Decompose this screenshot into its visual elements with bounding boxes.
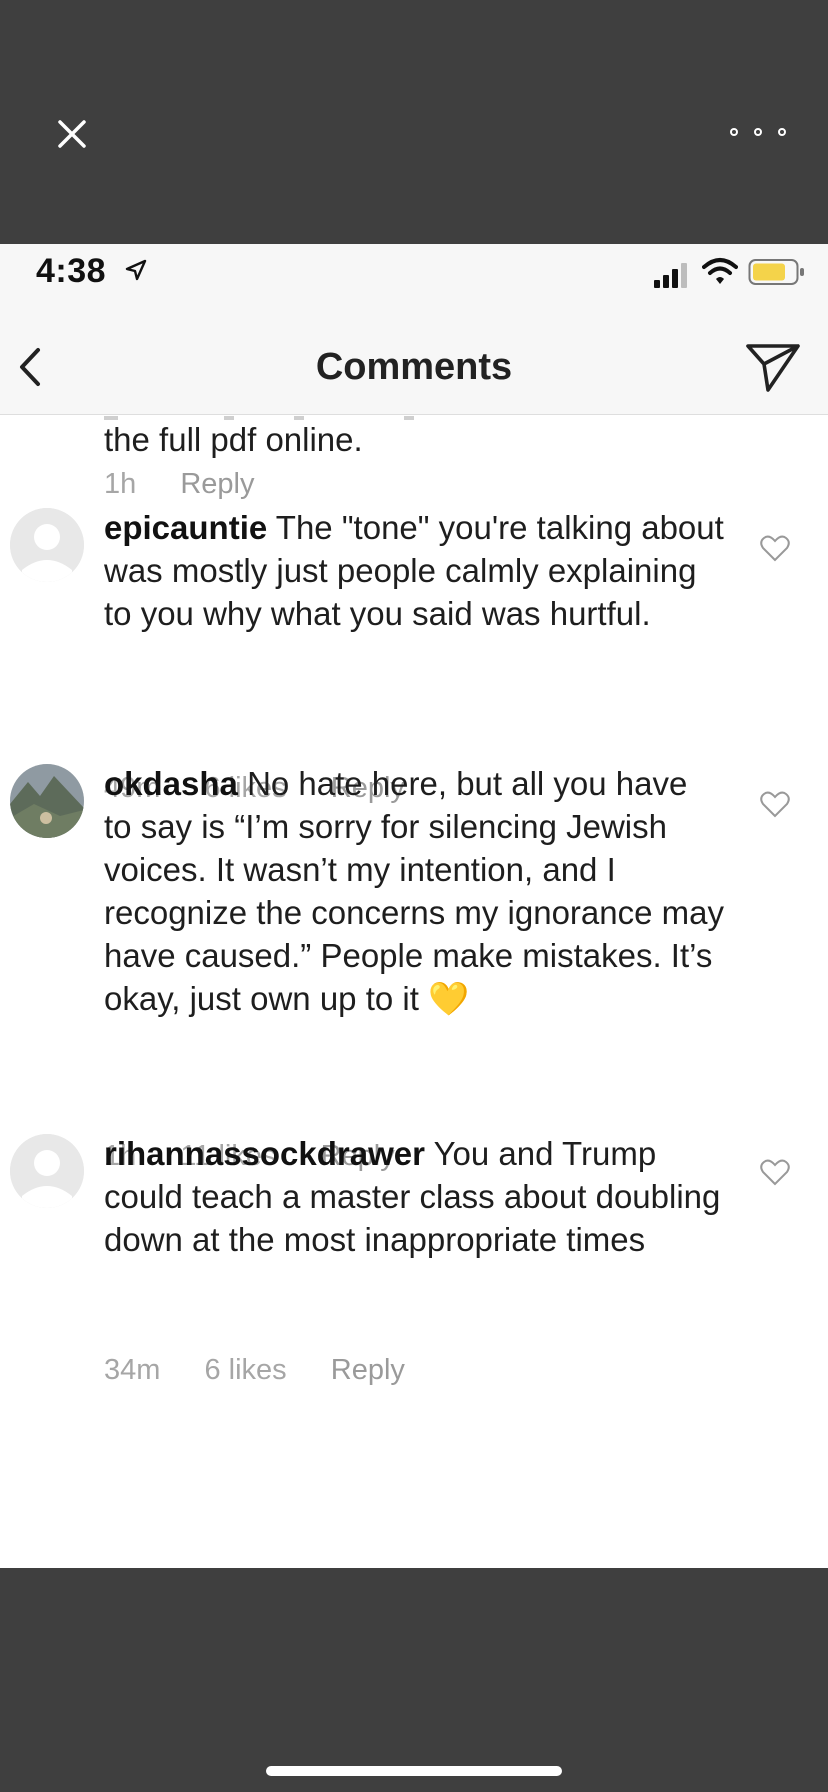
more-options-icon: [778, 128, 786, 136]
comment-body: the full pdf online.: [104, 421, 363, 458]
comment-time: 1h: [104, 468, 137, 500]
comments-header: Comments: [0, 322, 828, 415]
comment-username[interactable]: epicauntie: [104, 509, 267, 546]
comment-text: rihannassockdrawer You and Trump could t…: [104, 1132, 724, 1261]
comment-time: 34m: [104, 1354, 161, 1386]
cellular-signal-icon: [654, 263, 687, 288]
home-indicator[interactable]: [266, 1766, 562, 1776]
more-options-button[interactable]: [730, 114, 786, 150]
wifi-icon: [702, 258, 738, 284]
comment-username[interactable]: okdasha: [104, 765, 238, 802]
profile-photo-icon: [10, 764, 84, 838]
avatar[interactable]: [10, 1134, 84, 1208]
screenshot-image: 4:38 Comments the full pdf online. 1h Re…: [0, 244, 828, 1568]
battery-icon: [748, 259, 804, 285]
comment-meta: 1h Reply: [104, 468, 290, 501]
page-title: Comments: [315, 346, 513, 388]
status-bar: 4:38: [0, 244, 828, 322]
viewer-top-bar: [0, 0, 828, 244]
comment-text: the full pdf online.: [104, 418, 724, 461]
comment-body: No hate here, but all you have to say is…: [104, 765, 724, 1017]
status-time: 4:38: [36, 252, 107, 290]
comment-text: okdasha No hate here, but all you have t…: [104, 762, 724, 1020]
location-arrow-icon: [125, 259, 147, 281]
like-heart-icon[interactable]: [760, 534, 790, 562]
default-avatar-icon: [10, 508, 84, 582]
comment-likes[interactable]: 6 likes: [204, 1354, 286, 1386]
avatar[interactable]: [10, 508, 84, 582]
close-button[interactable]: [50, 112, 94, 156]
avatar[interactable]: [10, 764, 84, 838]
yellow-heart-emoji: 💛: [428, 980, 470, 1017]
close-icon: [58, 120, 86, 148]
comment-text: epicauntie The "tone" you're talking abo…: [104, 506, 724, 635]
reply-button[interactable]: Reply: [331, 1354, 405, 1386]
like-heart-icon[interactable]: [760, 1158, 790, 1186]
default-avatar-icon: [10, 1134, 84, 1208]
like-heart-icon[interactable]: [760, 790, 790, 818]
comment-meta: 34m 6 likes Reply: [104, 1354, 441, 1387]
more-options-icon: [730, 128, 738, 136]
more-options-icon: [754, 128, 762, 136]
comment-username[interactable]: rihannassockdrawer: [104, 1135, 425, 1172]
send-icon[interactable]: [744, 340, 802, 394]
reply-button[interactable]: Reply: [180, 468, 254, 500]
